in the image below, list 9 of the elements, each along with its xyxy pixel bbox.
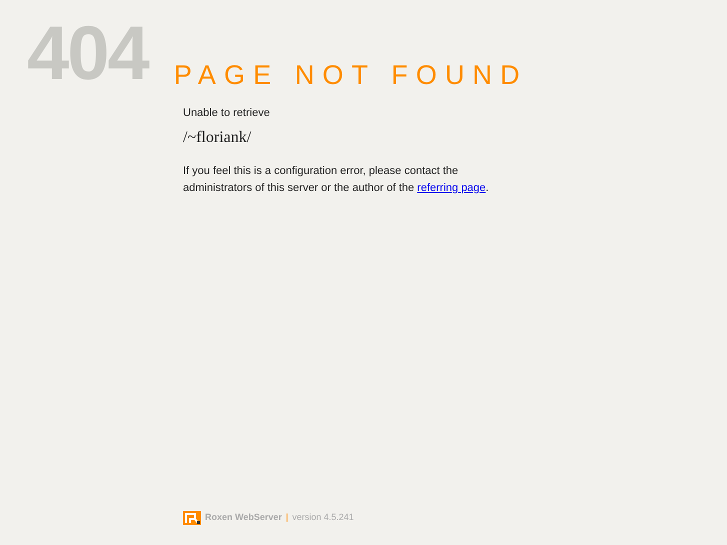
version-text: version 4.5.241: [292, 511, 354, 524]
error-message: If you feel this is a configuration error, please contact the administrators of this server or the author of the referring page.: [183, 164, 490, 196]
separator: |: [286, 511, 288, 524]
referring-page-link[interactable]: referring page: [417, 182, 486, 194]
logo-icon: [183, 511, 201, 525]
intro-text: Unable to retrieve: [183, 106, 271, 120]
page-title: PAGE NOT FOUND: [174, 60, 528, 90]
requested-path: /~floriank/: [183, 128, 252, 148]
product-name: Roxen WebServer: [205, 511, 282, 524]
